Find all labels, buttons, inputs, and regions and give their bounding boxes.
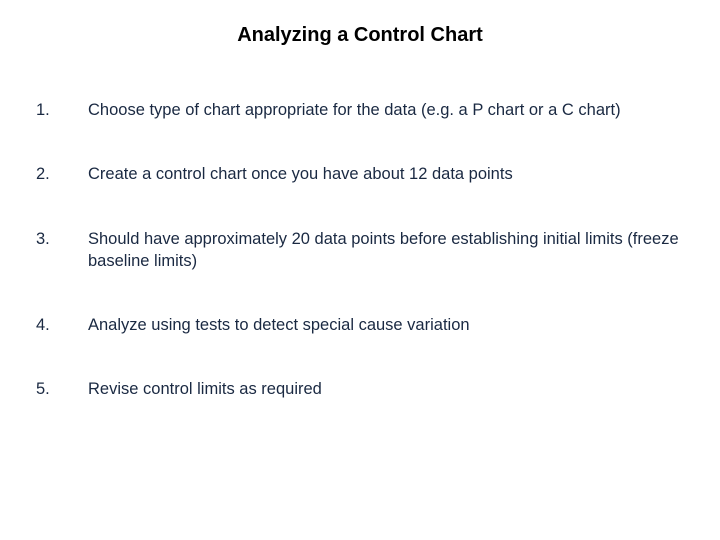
page-title: Analyzing a Control Chart — [36, 24, 684, 47]
list-text: Choose type of chart appropriate for the… — [88, 99, 684, 121]
list-number: 2. — [36, 163, 88, 185]
list-number: 3. — [36, 228, 88, 250]
list-text: Should have approximately 20 data points… — [88, 228, 684, 273]
list-text: Revise control limits as required — [88, 378, 684, 400]
list-item: 4. Analyze using tests to detect special… — [36, 314, 684, 336]
list-number: 4. — [36, 314, 88, 336]
list-number: 1. — [36, 99, 88, 121]
list-item: 3. Should have approximately 20 data poi… — [36, 228, 684, 273]
list-item: 2. Create a control chart once you have … — [36, 163, 684, 185]
numbered-list: 1. Choose type of chart appropriate for … — [36, 99, 684, 443]
list-number: 5. — [36, 378, 88, 400]
list-item: 1. Choose type of chart appropriate for … — [36, 99, 684, 121]
list-text: Analyze using tests to detect special ca… — [88, 314, 684, 336]
list-text: Create a control chart once you have abo… — [88, 163, 684, 185]
list-item: 5. Revise control limits as required — [36, 378, 684, 400]
